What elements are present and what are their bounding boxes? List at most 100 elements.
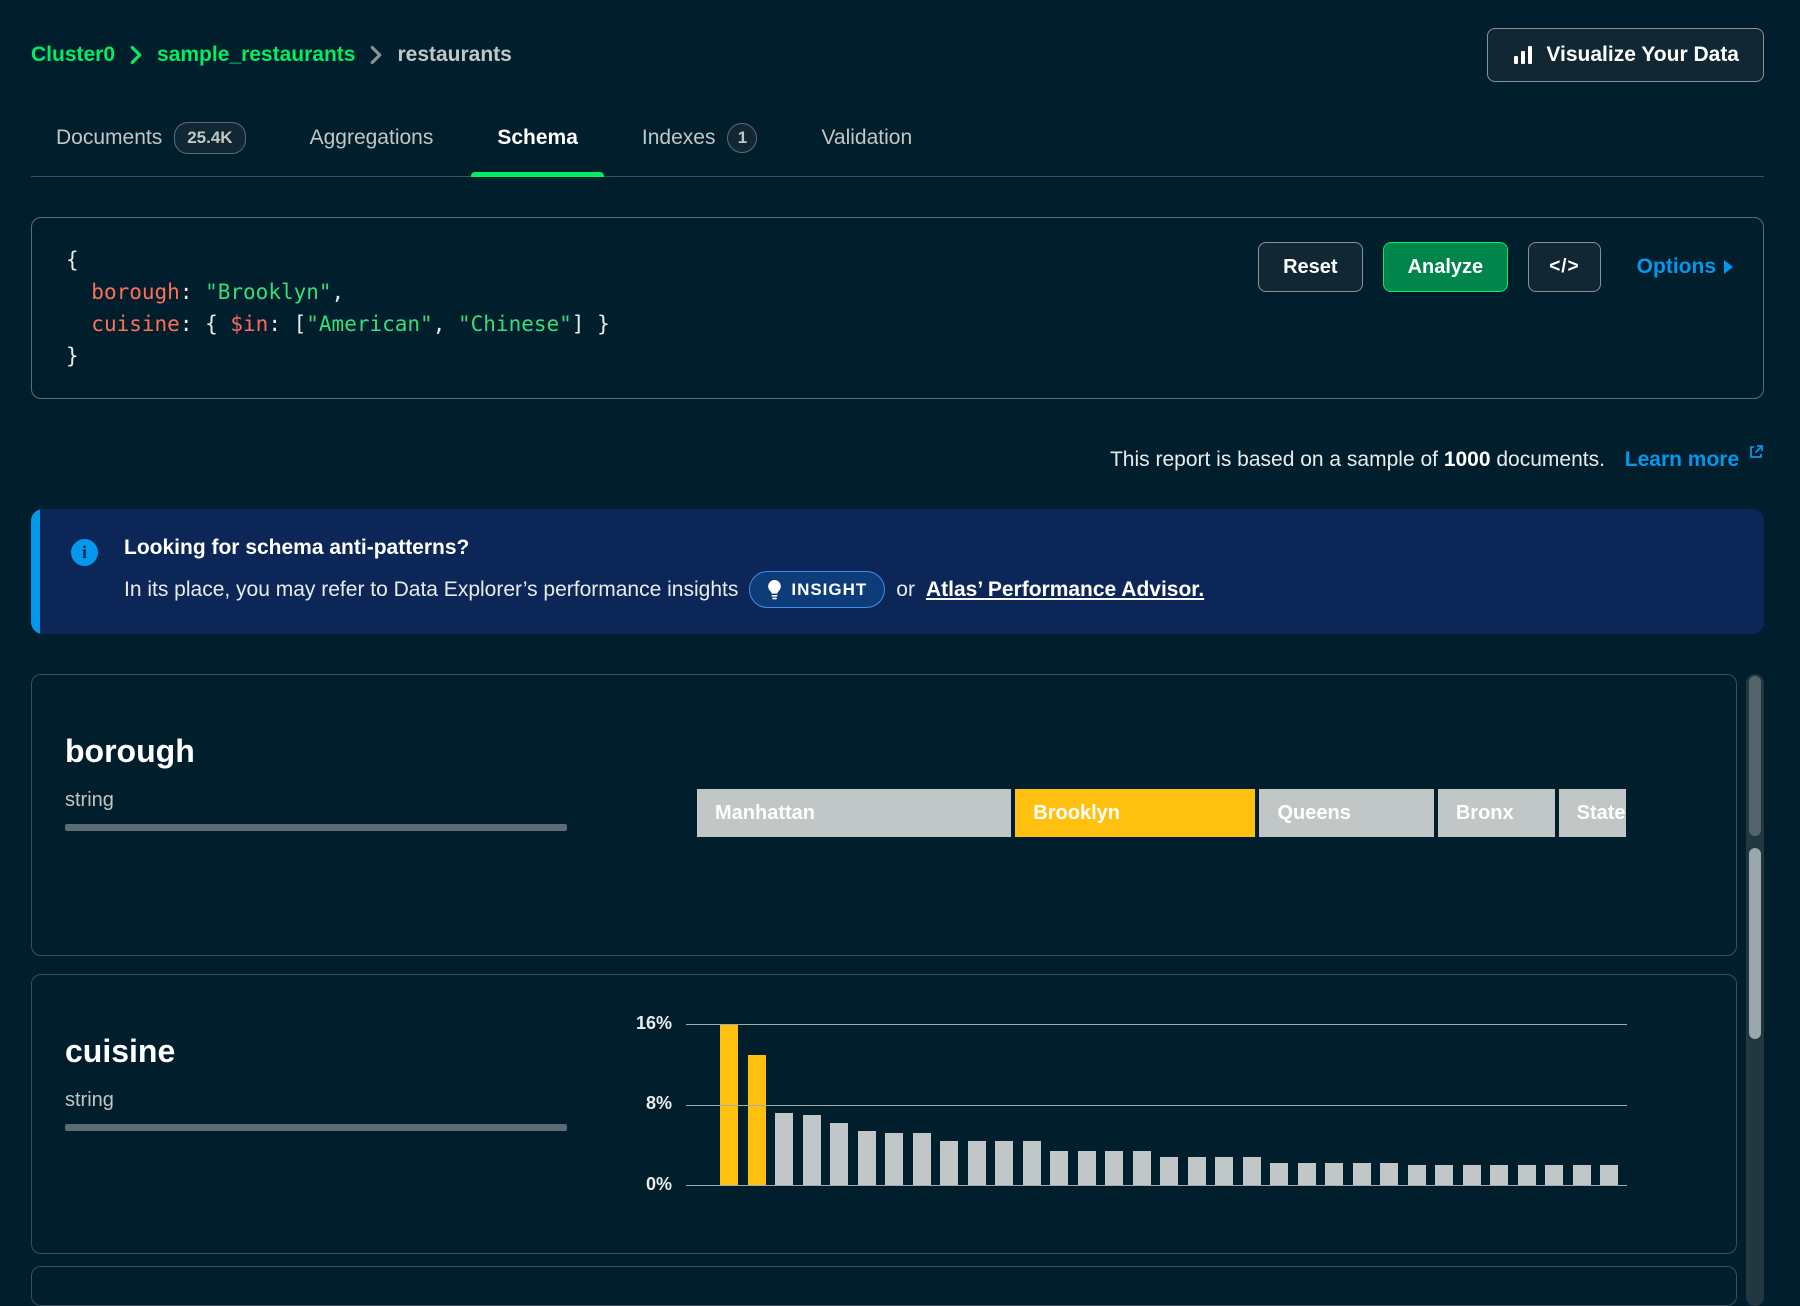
field-card-next-partial [31,1266,1737,1306]
chevron-right-icon [129,45,143,65]
reset-button[interactable]: Reset [1258,242,1362,292]
cuisine-bar[interactable] [858,1131,876,1185]
scrollbar-track[interactable] [1746,674,1764,1306]
field-meta: borough string [65,733,567,831]
options-button[interactable]: Options [1637,255,1733,279]
schema-field-list: borough string Manhattan Brooklyn Queens Br… [31,674,1764,1306]
anti-pattern-banner: i Looking for schema anti-patterns? In i… [31,509,1764,634]
sample-count: 1000 [1444,448,1491,471]
cuisine-bar[interactable] [1408,1165,1426,1185]
sample-report-line: This report is based on a sample of 1000… [31,441,1764,473]
cuisine-bar[interactable] [885,1133,903,1185]
cuisine-bar[interactable] [830,1123,848,1185]
cuisine-bar[interactable] [1490,1165,1508,1185]
type-distribution-bar [65,824,567,831]
cuisine-bar[interactable] [1518,1165,1536,1185]
cuisine-bar[interactable] [913,1133,931,1185]
banner-text: In its place, you may refer to Data Expl… [124,578,738,602]
cuisine-bar-plot [686,1024,1627,1186]
tab-schema[interactable]: Schema [497,122,578,176]
lightbulb-icon [767,580,782,600]
field-card-borough: borough string Manhattan Brooklyn Queens Br… [31,674,1737,956]
breadcrumb: Cluster0 sample_restaurants restaurants [31,43,512,67]
cuisine-bar[interactable] [1463,1165,1481,1185]
cuisine-bar[interactable] [1215,1157,1233,1185]
breadcrumb-collection: restaurants [397,43,511,67]
segment-label: Staten Island [1577,802,1626,825]
tab-validation[interactable]: Validation [821,122,912,176]
cuisine-bar[interactable] [1188,1157,1206,1185]
field-type-borough[interactable]: string [65,789,567,812]
tab-bar: Documents 25.4K Aggregations Schema Inde… [31,122,1764,177]
tab-label: Schema [497,126,578,150]
banner-title: Looking for schema anti-patterns? [124,535,1736,561]
query-actions: Reset Analyze </> Options [1258,242,1733,292]
cuisine-bar[interactable] [1545,1165,1563,1185]
cuisine-bar[interactable] [1160,1157,1178,1185]
learn-more-link[interactable]: Learn more [1625,448,1764,471]
cuisine-bar[interactable] [1353,1163,1371,1185]
tab-indexes[interactable]: Indexes 1 [642,122,758,176]
cuisine-bar[interactable] [803,1115,821,1185]
cuisine-bar[interactable] [1078,1151,1096,1185]
segment-manhattan[interactable]: Manhattan [697,789,1011,837]
cuisine-bar[interactable] [1573,1165,1591,1185]
tab-label: Indexes [642,126,716,150]
segment-brooklyn[interactable]: Brooklyn [1015,789,1255,837]
info-icon: i [71,539,98,566]
cuisine-bar[interactable] [1133,1151,1151,1185]
segment-label: Queens [1277,802,1350,825]
topbar: Cluster0 sample_restaurants restaurants … [31,28,1764,82]
gridline [686,1105,1627,1106]
cuisine-bar[interactable] [748,1055,766,1185]
cuisine-bar[interactable] [968,1141,986,1185]
field-name-borough: borough [65,733,567,769]
y-axis-tick: 0% [597,1174,672,1195]
report-text-prefix: This report is based on a sample of [1110,448,1444,471]
cuisine-bar[interactable] [1270,1163,1288,1185]
options-label: Options [1637,255,1716,279]
cuisine-bar[interactable] [1050,1151,1068,1185]
segment-queens[interactable]: Queens [1259,789,1433,837]
documents-count-badge: 25.4K [174,122,245,154]
breadcrumb-cluster[interactable]: Cluster0 [31,43,115,67]
code-toggle-button[interactable]: </> [1528,242,1600,292]
performance-advisor-link[interactable]: Atlas’ Performance Advisor. [926,578,1204,602]
analyze-button[interactable]: Analyze [1383,242,1509,292]
external-link-icon [1748,441,1764,467]
y-axis-tick: 8% [597,1093,672,1114]
visualize-data-button[interactable]: Visualize Your Data [1487,28,1764,82]
breadcrumb-database[interactable]: sample_restaurants [157,43,355,67]
segment-staten-island[interactable]: Staten Island [1559,789,1626,837]
schema-view: Cluster0 sample_restaurants restaurants … [0,0,1800,1306]
cuisine-bar[interactable] [1380,1163,1398,1185]
cuisine-bar[interactable] [1298,1163,1316,1185]
cuisine-bar[interactable] [1325,1163,1343,1185]
y-axis-tick: 16% [597,1013,672,1034]
segment-label: Manhattan [715,802,815,825]
cuisine-bar[interactable] [1600,1165,1618,1185]
scrollbar-thumb[interactable] [1749,848,1761,1039]
cuisine-bar[interactable] [1105,1151,1123,1185]
cuisine-bar[interactable] [1435,1165,1453,1185]
tab-documents[interactable]: Documents 25.4K [56,122,246,176]
cuisine-bar[interactable] [775,1113,793,1185]
report-text-suffix: documents. [1491,448,1605,471]
cuisine-bar[interactable] [1243,1157,1261,1185]
banner-body: Looking for schema anti-patterns? In its… [124,535,1736,608]
cuisine-bar[interactable] [1023,1141,1041,1185]
insight-badge[interactable]: INSIGHT [749,571,885,608]
query-bar: { borough: "Brooklyn", cuisine: { $in: [… [31,217,1764,399]
tab-label: Aggregations [310,126,434,150]
banner-accent-stripe [31,509,40,634]
tab-aggregations[interactable]: Aggregations [310,122,434,176]
cuisine-bar[interactable] [995,1141,1013,1185]
segment-bronx[interactable]: Bronx [1438,789,1555,837]
tab-label: Documents [56,126,162,150]
borough-segment-chart: Manhattan Brooklyn Queens Bronx Staten Islan… [697,789,1626,837]
cuisine-bar[interactable] [940,1141,958,1185]
caret-right-icon [1724,260,1733,274]
segment-label: Bronx [1456,802,1514,825]
banner-conjunction: or [896,578,915,602]
insight-label: INSIGHT [791,580,867,600]
